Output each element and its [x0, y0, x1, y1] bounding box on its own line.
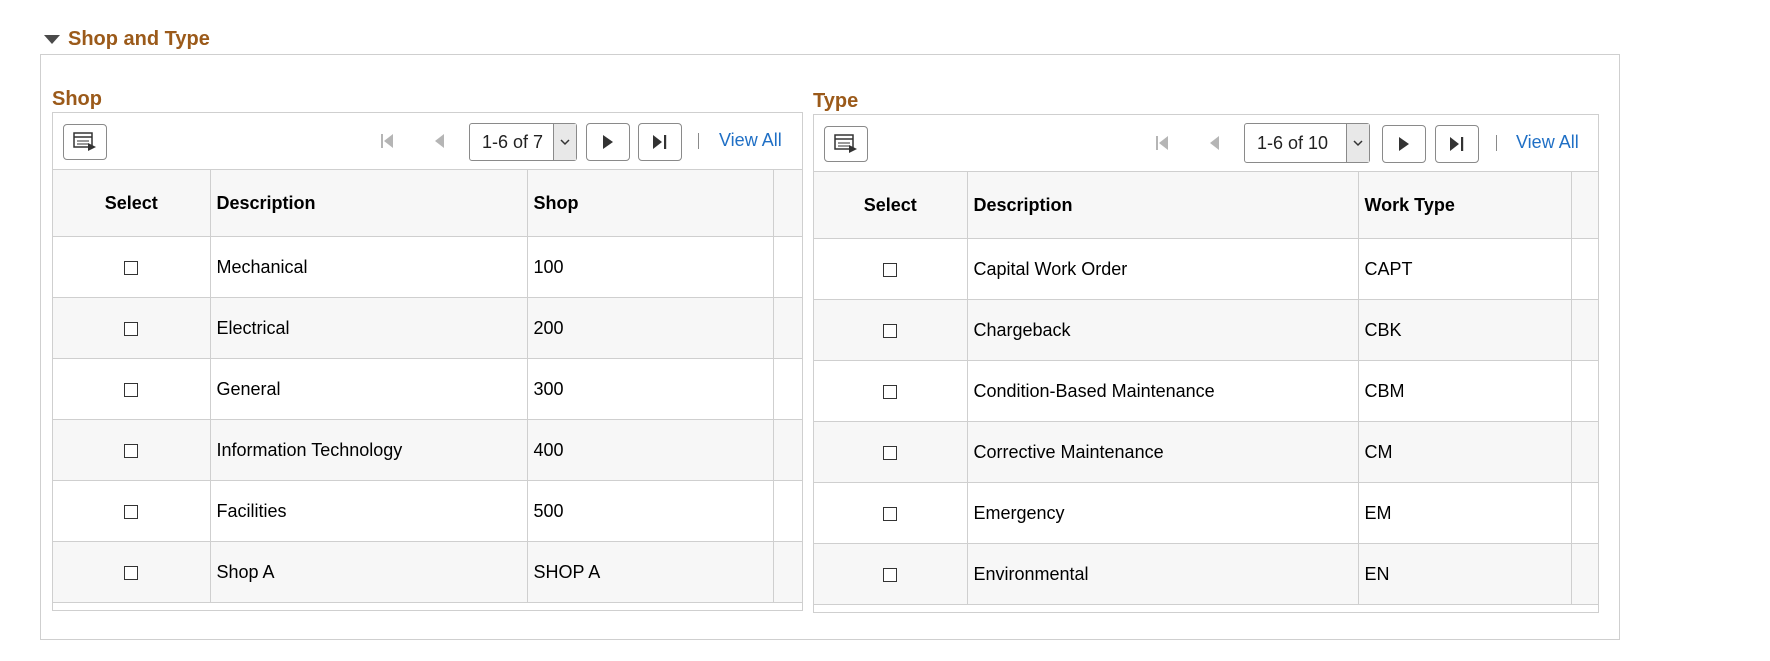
table-row: Chargeback CBK	[814, 299, 1598, 361]
row-description: Condition-Based Maintenance	[967, 360, 1359, 422]
row-description: Corrective Maintenance	[967, 421, 1359, 483]
shop-col-description: Description	[210, 170, 528, 237]
row-shop-code: SHOP A	[527, 541, 774, 603]
shop-col-spacer	[773, 170, 802, 237]
row-description: Capital Work Order	[967, 238, 1359, 300]
row-description: Emergency	[967, 482, 1359, 544]
row-description: Mechanical	[210, 236, 528, 298]
table-row: Condition-Based Maintenance CBM	[814, 360, 1598, 422]
previous-page-icon	[1210, 136, 1219, 150]
row-select-checkbox[interactable]	[883, 506, 898, 521]
row-description: Facilities	[210, 480, 528, 542]
type-table-header: Select Description Work Type	[814, 172, 1598, 239]
chevron-down-icon	[553, 124, 576, 160]
type-grid-toolbar: 1-6 of 10 View All	[814, 115, 1598, 172]
row-description: Shop A	[210, 541, 528, 603]
toolbar-separator	[698, 133, 699, 149]
shop-pager-text: 1-6 of 7	[482, 131, 544, 152]
shop-table: Select Description Shop Mechanical 100 E…	[53, 170, 802, 603]
shop-grid-toolbar: 1-6 of 7 View All	[53, 113, 802, 170]
table-row: Emergency EM	[814, 482, 1598, 544]
row-shop-code: 100	[527, 236, 774, 298]
type-table: Select Description Work Type Capital Wor…	[814, 172, 1598, 605]
type-first-page-button[interactable]	[1150, 131, 1174, 155]
row-description: Electrical	[210, 297, 528, 359]
section-toggle[interactable]: Shop and Type	[44, 28, 210, 51]
next-page-icon	[603, 135, 613, 149]
row-description: Information Technology	[210, 419, 528, 481]
row-select-checkbox[interactable]	[883, 384, 898, 399]
row-select-checkbox[interactable]	[124, 504, 139, 519]
toolbar-separator	[1496, 135, 1497, 151]
table-row: Corrective Maintenance CM	[814, 421, 1598, 483]
table-row: Mechanical 100	[53, 236, 802, 298]
row-shop-code: 500	[527, 480, 774, 542]
table-row: Capital Work Order CAPT	[814, 238, 1598, 300]
row-description: Chargeback	[967, 299, 1359, 361]
table-row: Shop A SHOP A	[53, 541, 802, 603]
section-title: Shop and Type	[68, 28, 210, 50]
row-shop-code: 200	[527, 297, 774, 359]
shop-pager-dropdown[interactable]: 1-6 of 7	[469, 123, 577, 161]
type-grid: 1-6 of 10 View All Select Description Wo…	[813, 114, 1599, 613]
table-row: Environmental EN	[814, 543, 1598, 605]
last-page-icon	[653, 135, 667, 149]
type-view-all-link[interactable]: View All	[1516, 132, 1579, 153]
row-select-checkbox[interactable]	[124, 565, 139, 580]
first-page-icon	[1156, 136, 1168, 150]
type-next-page-button[interactable]	[1382, 125, 1426, 163]
row-work-type: EN	[1358, 543, 1572, 605]
row-work-type: CM	[1358, 421, 1572, 483]
shop-col-select: Select	[53, 170, 211, 237]
shop-table-header: Select Description Shop	[53, 170, 802, 237]
row-select-checkbox[interactable]	[124, 260, 139, 275]
row-work-type: CAPT	[1358, 238, 1572, 300]
type-last-page-button[interactable]	[1435, 125, 1479, 163]
row-work-type: CBK	[1358, 299, 1572, 361]
table-row: General 300	[53, 358, 802, 420]
table-row: Electrical 200	[53, 297, 802, 359]
type-previous-page-button[interactable]	[1202, 131, 1226, 155]
row-select-checkbox[interactable]	[883, 445, 898, 460]
type-col-spacer	[1571, 172, 1598, 239]
shop-grid: 1-6 of 7 View All Select Description Sho…	[52, 112, 803, 611]
row-select-checkbox[interactable]	[883, 262, 898, 277]
personalize-grid-icon	[73, 132, 96, 151]
collapse-triangle-icon	[44, 35, 60, 44]
row-work-type: EM	[1358, 482, 1572, 544]
type-grid-title: Type	[813, 90, 859, 112]
previous-page-icon	[435, 134, 444, 148]
row-select-checkbox[interactable]	[124, 321, 139, 336]
row-select-checkbox[interactable]	[883, 323, 898, 338]
first-page-icon	[381, 134, 393, 148]
type-col-select: Select	[814, 172, 968, 239]
row-shop-code: 300	[527, 358, 774, 420]
type-col-description: Description	[967, 172, 1359, 239]
row-description: General	[210, 358, 528, 420]
shop-view-all-link[interactable]: View All	[719, 130, 782, 151]
row-select-checkbox[interactable]	[124, 382, 139, 397]
type-pager-text: 1-6 of 10	[1257, 132, 1329, 153]
type-pager-dropdown[interactable]: 1-6 of 10	[1244, 123, 1370, 163]
row-select-checkbox[interactable]	[124, 443, 139, 458]
next-page-icon	[1399, 137, 1409, 151]
shop-grid-title: Shop	[52, 88, 102, 110]
table-row: Facilities 500	[53, 480, 802, 542]
shop-first-page-button[interactable]	[375, 129, 399, 153]
table-row: Information Technology 400	[53, 419, 802, 481]
shop-col-shop: Shop	[527, 170, 774, 237]
shop-last-page-button[interactable]	[638, 123, 682, 161]
shop-previous-page-button[interactable]	[427, 129, 451, 153]
chevron-down-icon	[1346, 124, 1369, 162]
row-shop-code: 400	[527, 419, 774, 481]
personalize-grid-icon	[834, 134, 857, 153]
row-work-type: CBM	[1358, 360, 1572, 422]
type-personalize-button[interactable]	[824, 126, 868, 162]
last-page-icon	[1450, 137, 1464, 151]
row-description: Environmental	[967, 543, 1359, 605]
type-col-work-type: Work Type	[1358, 172, 1572, 239]
shop-personalize-button[interactable]	[63, 124, 107, 160]
row-select-checkbox[interactable]	[883, 567, 898, 582]
shop-next-page-button[interactable]	[586, 123, 630, 161]
